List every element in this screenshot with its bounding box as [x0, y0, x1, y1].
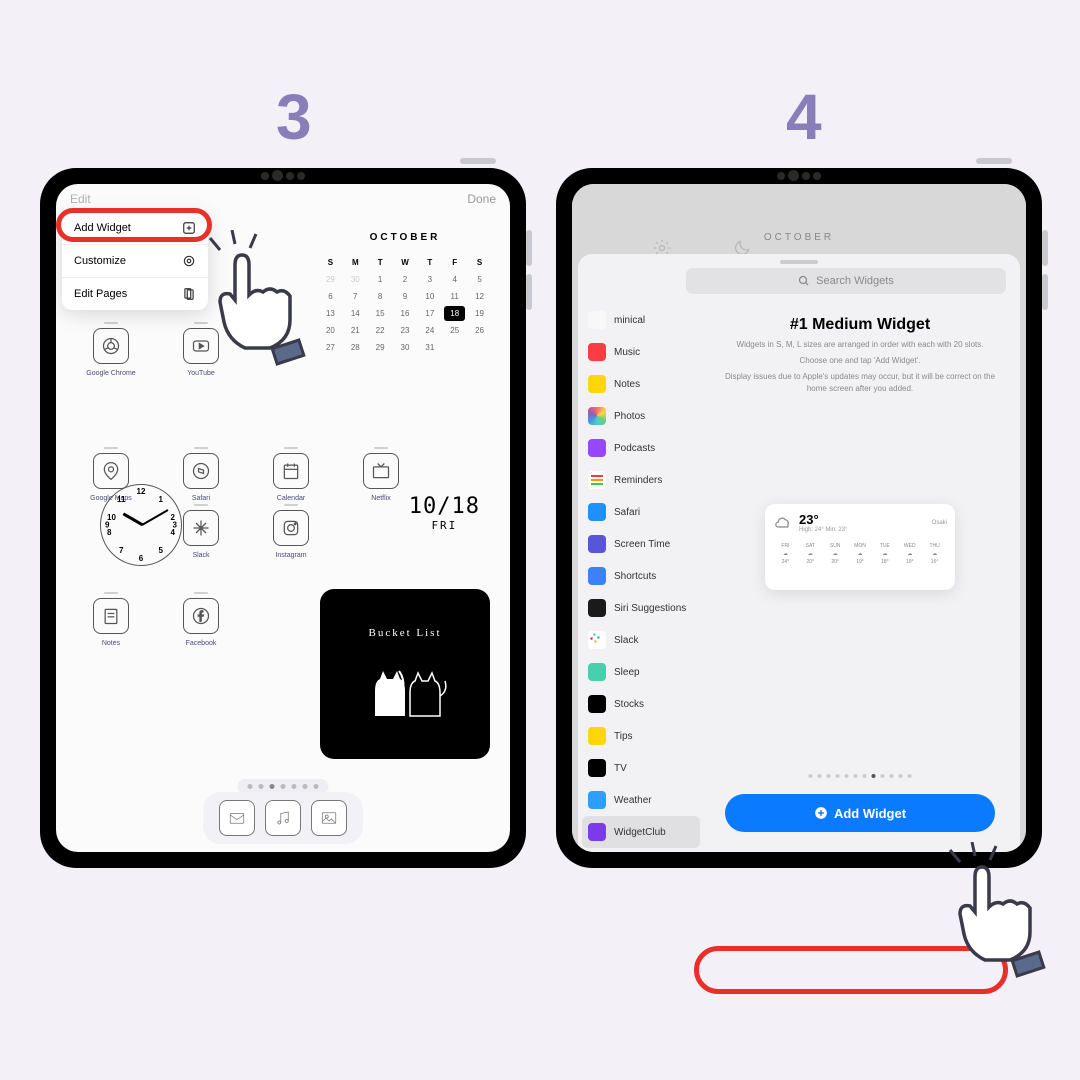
widget-picker-sheet: Search Widgets minicalMusicNotesPhotosPo…: [578, 254, 1020, 852]
add-widget-button[interactable]: Add Widget: [725, 794, 995, 832]
weather-temp: 23°: [799, 512, 848, 527]
photo-icon: [320, 809, 338, 827]
menu-label: Edit Pages: [74, 288, 127, 300]
app-label: Notes: [102, 640, 120, 647]
app-list-item[interactable]: Stocks: [578, 688, 704, 720]
cloud-icon: [773, 515, 793, 531]
app-list-item[interactable]: WidgetClub: [582, 816, 700, 848]
maps-icon: [101, 461, 121, 481]
instagram-icon: [281, 518, 301, 538]
app-list-item[interactable]: Tips: [578, 720, 704, 752]
camera-cluster: [261, 170, 305, 181]
menu-label: Customize: [74, 255, 126, 267]
bucket-list-widget[interactable]: Bucket List: [320, 589, 490, 759]
weather-forecast: FRI☁24°SAT☁20°SUN☁20°MON☁19°TUE☁18°WED☁1…: [773, 543, 947, 565]
widget-desc-2: Choose one and tap 'Add Widget'.: [712, 355, 1008, 366]
search-placeholder: Search Widgets: [816, 275, 894, 287]
app-list-item[interactable]: Shortcuts: [578, 560, 704, 592]
plus-circle-icon: [814, 806, 828, 820]
done-link[interactable]: Done: [467, 192, 496, 206]
app-label: Safari: [192, 495, 210, 502]
weather-range: High: 24° Min: 23°: [799, 527, 848, 533]
search-icon: [798, 275, 810, 287]
weather-city: Osaki: [932, 520, 947, 526]
dock: [203, 792, 363, 844]
app-list-item[interactable]: YouTube: [578, 848, 704, 852]
dock-photos[interactable]: [311, 800, 347, 836]
app-label: Instagram: [275, 552, 306, 559]
weather-widget-preview[interactable]: 23° High: 24° Min: 23° Osaki FRI☁24°SAT☁…: [765, 504, 955, 590]
calendar-icon: [281, 461, 301, 481]
app-chrome[interactable]: Google Chrome: [72, 322, 150, 377]
side-button: [526, 230, 532, 266]
app-list-item[interactable]: Podcasts: [578, 432, 704, 464]
dock-music[interactable]: [265, 800, 301, 836]
slack-icon: [191, 518, 211, 538]
camera-cluster: [777, 170, 821, 181]
edit-link[interactable]: Edit: [70, 192, 91, 206]
widget-desc-1: Widgets in S, M, L sizes are arranged in…: [712, 339, 1008, 350]
app-slack[interactable]: Slack: [162, 504, 240, 559]
app-label: Google Chrome: [86, 370, 135, 377]
ipad-step-4: OCTOBER Search Widgets minicalMusicNotes…: [556, 168, 1042, 868]
bucket-title: Bucket List: [368, 627, 441, 639]
app-list-item[interactable]: Notes: [578, 368, 704, 400]
date-value: 10/18: [409, 494, 480, 519]
tap-gesture-icon: [930, 842, 1070, 987]
side-button: [526, 274, 532, 310]
app-list-item[interactable]: Safari: [578, 496, 704, 528]
app-list-item[interactable]: Sleep: [578, 656, 704, 688]
app-notes[interactable]: Notes: [72, 592, 150, 647]
chrome-icon: [101, 336, 121, 356]
side-button: [1042, 230, 1048, 266]
date-widget[interactable]: 10/18 FRI: [409, 494, 480, 532]
music-icon: [274, 809, 292, 827]
app-list-item[interactable]: TV: [578, 752, 704, 784]
bg-month-label: OCTOBER: [764, 232, 834, 243]
step-number-3: 3: [276, 80, 312, 154]
app-facebook[interactable]: Facebook: [162, 592, 240, 647]
cats-icon: [355, 651, 455, 721]
app-instagram[interactable]: Instagram: [252, 504, 330, 559]
facebook-icon: [191, 606, 211, 626]
side-button: [976, 158, 1012, 164]
app-list-item[interactable]: Screen Time: [578, 528, 704, 560]
dock-mail[interactable]: [219, 800, 255, 836]
notes-icon: [101, 606, 121, 626]
calendar-month: OCTOBER: [320, 232, 490, 243]
app-list-item[interactable]: minical: [578, 304, 704, 336]
app-label: Slack: [192, 552, 209, 559]
app-list-item[interactable]: Weather: [578, 784, 704, 816]
highlight-ring: [56, 208, 212, 242]
tv-icon: [371, 461, 391, 481]
search-widgets[interactable]: Search Widgets: [686, 268, 1006, 294]
app-list-item[interactable]: Music: [578, 336, 704, 368]
app-list-item[interactable]: Siri Suggestions: [578, 592, 704, 624]
app-label: Netflix: [371, 495, 390, 502]
step-number-4: 4: [786, 80, 822, 154]
app-list-item[interactable]: Slack: [578, 624, 704, 656]
tap-gesture-icon: [190, 230, 330, 375]
widget-title: #1 Medium Widget: [712, 316, 1008, 334]
app-calendar[interactable]: Calendar: [252, 447, 330, 502]
safari-icon: [191, 461, 211, 481]
mail-icon: [228, 809, 246, 827]
app-list-item[interactable]: Reminders: [578, 464, 704, 496]
app-label: Facebook: [186, 640, 217, 647]
side-button: [1042, 274, 1048, 310]
menu-edit-pages[interactable]: Edit Pages: [62, 278, 208, 310]
date-day: FRI: [409, 519, 480, 532]
carousel-dots[interactable]: [809, 774, 912, 778]
side-button: [460, 158, 496, 164]
widget-app-list[interactable]: minicalMusicNotesPhotosPodcastsReminders…: [578, 304, 704, 852]
menu-customize[interactable]: Customize: [62, 245, 208, 278]
add-widget-label: Add Widget: [834, 806, 906, 821]
widget-desc-3: Display issues due to Apple's updates ma…: [712, 371, 1008, 393]
app-list-item[interactable]: Photos: [578, 400, 704, 432]
sheet-handle[interactable]: [780, 260, 818, 264]
app-label: Calendar: [277, 495, 305, 502]
